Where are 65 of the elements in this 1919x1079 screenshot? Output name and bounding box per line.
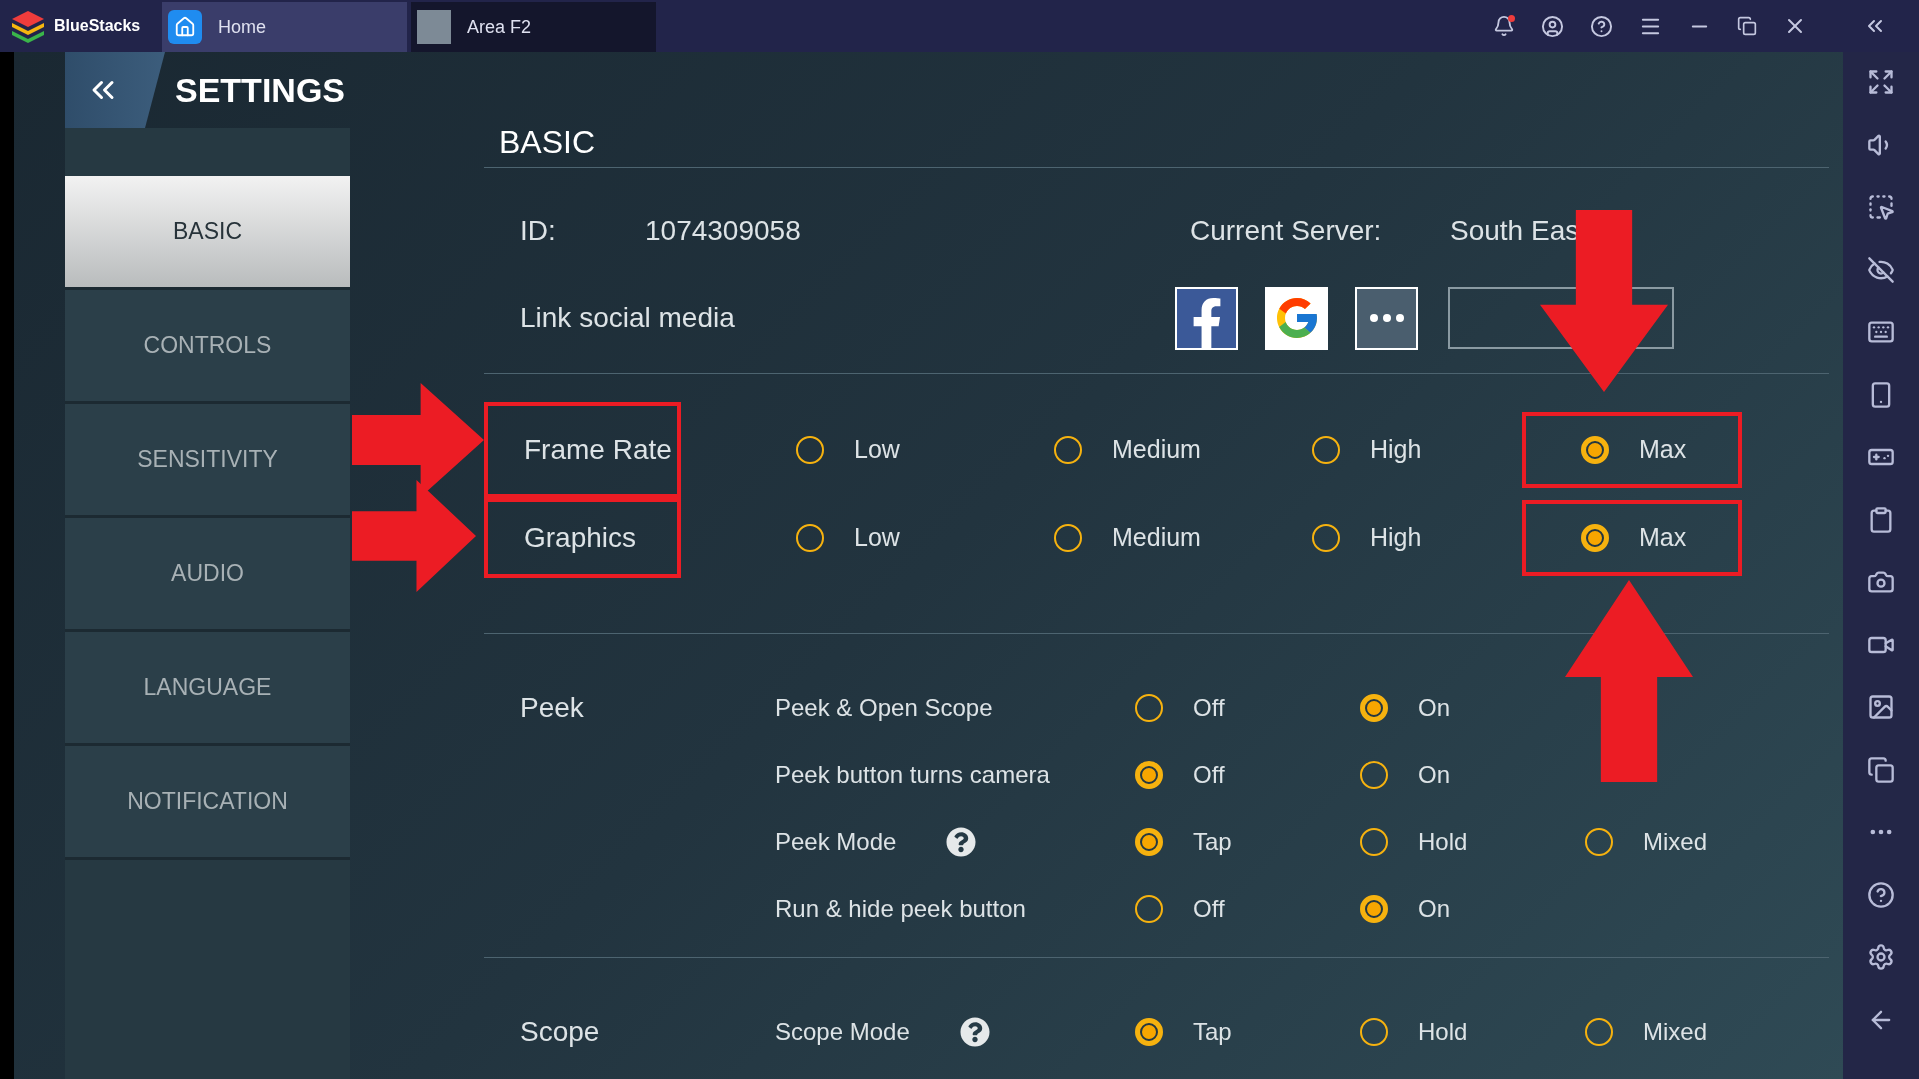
google-button[interactable] [1265,286,1328,350]
group-label: Peek [520,690,585,725]
radio-option[interactable]: Tap [1135,1013,1360,1050]
stacked-layers-logo [10,9,46,43]
id-value: 1074309058 [645,214,802,248]
radio-option[interactable]: Tap [1135,823,1360,860]
help-icon[interactable] [946,826,977,857]
help-icon[interactable] [1867,880,1895,909]
facebook-button[interactable] [1175,286,1238,350]
image-icon[interactable] [1867,693,1895,721]
copy-icon[interactable] [1867,755,1895,784]
expand-icon[interactable] [1867,68,1895,96]
help-icon[interactable] [1590,14,1613,38]
more-button[interactable] [1355,286,1418,350]
game-thumbnail [417,10,451,44]
server-value: South Eas [1450,214,1580,248]
settings-icon[interactable] [1867,943,1895,971]
settings-title: SETTINGS [175,69,346,111]
option-label: Peek button turns camera [775,759,1050,790]
radio-option[interactable]: Low [776,500,1034,576]
radio-option[interactable]: High [1292,412,1522,488]
setting-label: Frame Rate [484,402,681,498]
option-label: Scope Mode [775,1016,910,1047]
radio-option[interactable]: Off [1135,890,1360,927]
menu-tab[interactable]: NOTIFICATION [65,746,350,860]
section-title: BASIC [499,124,596,160]
window-tab[interactable]: Home [162,2,407,52]
radio-option[interactable]: Max [1522,412,1742,488]
house-icon [168,10,202,44]
radio-option[interactable]: On [1360,689,1585,726]
radio-option[interactable]: Max [1522,500,1742,576]
menu-tab[interactable]: SENSITIVITY [65,404,350,518]
radio-option[interactable]: Low [776,412,1034,488]
option-label: Peek Mode [775,826,897,857]
menu-tab[interactable]: AUDIO [65,518,350,632]
bell-icon[interactable] [1493,15,1515,37]
server-label: Current Server: [1190,214,1383,248]
radio-option[interactable]: High [1292,500,1522,576]
option-label: Run & hide peek button [775,893,1026,924]
app-name: BlueStacks [54,16,141,36]
menu-tab[interactable]: BASIC [65,176,350,290]
help-icon[interactable] [959,1016,990,1047]
radio-option[interactable]: Mixed [1585,823,1810,860]
radio-option[interactable]: Hold [1360,823,1585,860]
restore-icon[interactable] [1737,16,1757,36]
account-icon[interactable] [1541,14,1564,38]
window-tab[interactable]: Area F2 [411,2,656,52]
pointer-icon[interactable] [1867,193,1895,221]
option-label: Peek & Open Scope [775,692,993,723]
id-label: ID: [520,214,557,248]
radio-option[interactable]: Off [1135,756,1360,793]
setting-label: Graphics [484,498,681,578]
more-icon [1369,314,1404,322]
radio-option[interactable]: On [1360,890,1585,927]
slashed-eye-icon[interactable] [1867,255,1895,284]
radio-option[interactable]: Medium [1034,500,1292,576]
menu-tab[interactable]: CONTROLS [65,290,350,404]
radio-option[interactable]: Hold [1360,1013,1585,1050]
radio-option[interactable]: On [1360,756,1585,793]
menu-tab[interactable]: LANGUAGE [65,632,350,746]
radio-option[interactable]: Mixed [1585,1013,1810,1050]
radio-option[interactable]: Medium [1034,412,1292,488]
radio-option[interactable]: Off [1135,689,1360,726]
group-label: Scope [520,1014,601,1049]
link-label: Link social media [520,301,736,335]
